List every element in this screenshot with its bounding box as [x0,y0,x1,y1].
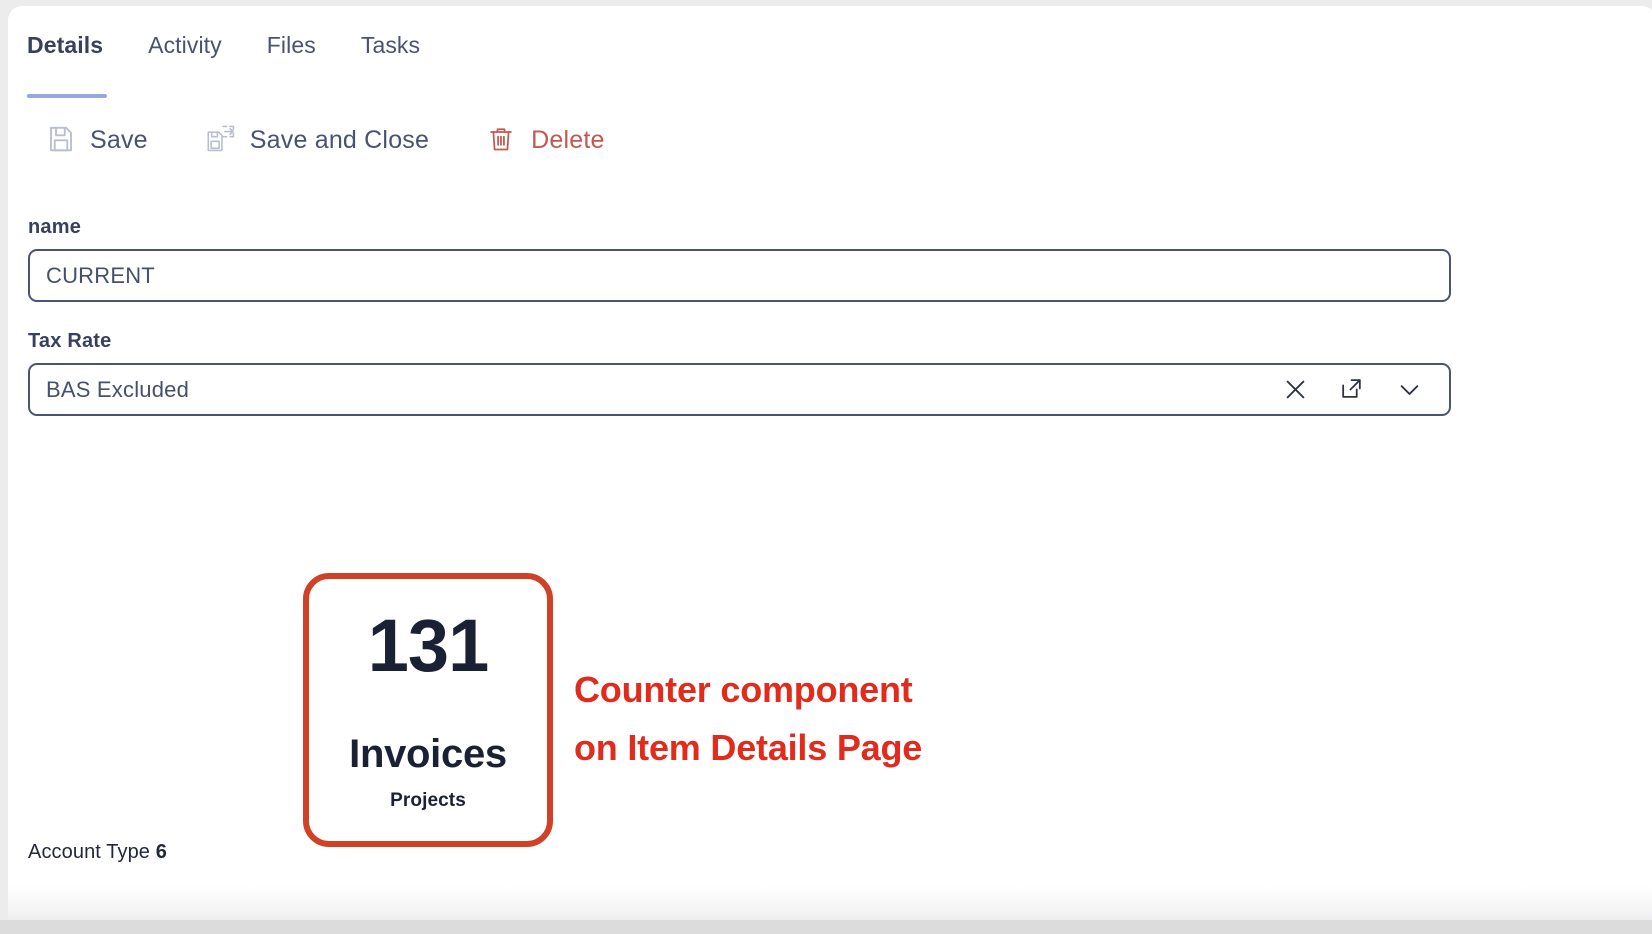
tab-activity[interactable]: Activity [148,30,241,60]
footer-status-label: Account Type [28,841,151,863]
chevron-down-icon[interactable] [1396,376,1423,403]
field-name: name CURRENT [28,216,1451,302]
name-input-value: CURRENT [46,262,155,288]
save-and-close-label: Save and Close [249,126,430,154]
counter-component[interactable]: 131 Invoices Projects [303,573,553,847]
tax-rate-value: BAS Excluded [46,376,190,402]
annotation-line-2: on Item Details Page [574,727,923,768]
window-bottom-strip [0,920,1652,934]
card-bottom-fade [8,886,1652,920]
delete-label: Delete [531,126,605,154]
name-input[interactable]: CURRENT [28,249,1451,302]
external-link-icon[interactable] [1339,376,1366,403]
delete-button[interactable]: Delete [487,124,604,156]
save-and-close-button[interactable]: Save and Close [206,124,429,156]
annotation-callout: Counter component on Item Details Page [574,661,1134,777]
close-icon[interactable] [1282,376,1309,403]
tab-bar: Details Activity Files Tasks [8,30,1652,98]
tax-rate-lookup[interactable]: BAS Excluded [28,363,1451,416]
footer-status-value: 6 [155,841,167,863]
tab-details[interactable]: Details [27,30,122,98]
counter-value: 131 [367,604,489,687]
save-label: Save [90,126,148,154]
trash-icon [487,124,517,156]
tab-files[interactable]: Files [267,30,335,60]
counter-title: Invoices [349,732,507,776]
annotation-line-1: Counter component [574,669,913,710]
item-details-card: Details Activity Files Tasks Save Save a… [8,6,1652,920]
floppy-disk-exit-icon [206,124,236,156]
record-toolbar: Save Save and Close Delete [46,124,663,156]
field-tax-rate-label: Tax Rate [28,330,112,352]
tab-tasks[interactable]: Tasks [361,30,439,60]
field-name-label: name [28,216,82,238]
tax-rate-actions [1282,376,1435,403]
field-tax-rate: Tax Rate BAS Excluded [28,330,1451,416]
footer-status: Account Type 6 [28,841,167,864]
floppy-disk-icon [46,124,76,156]
counter-subtitle: Projects [390,790,466,811]
save-button[interactable]: Save [46,124,148,156]
